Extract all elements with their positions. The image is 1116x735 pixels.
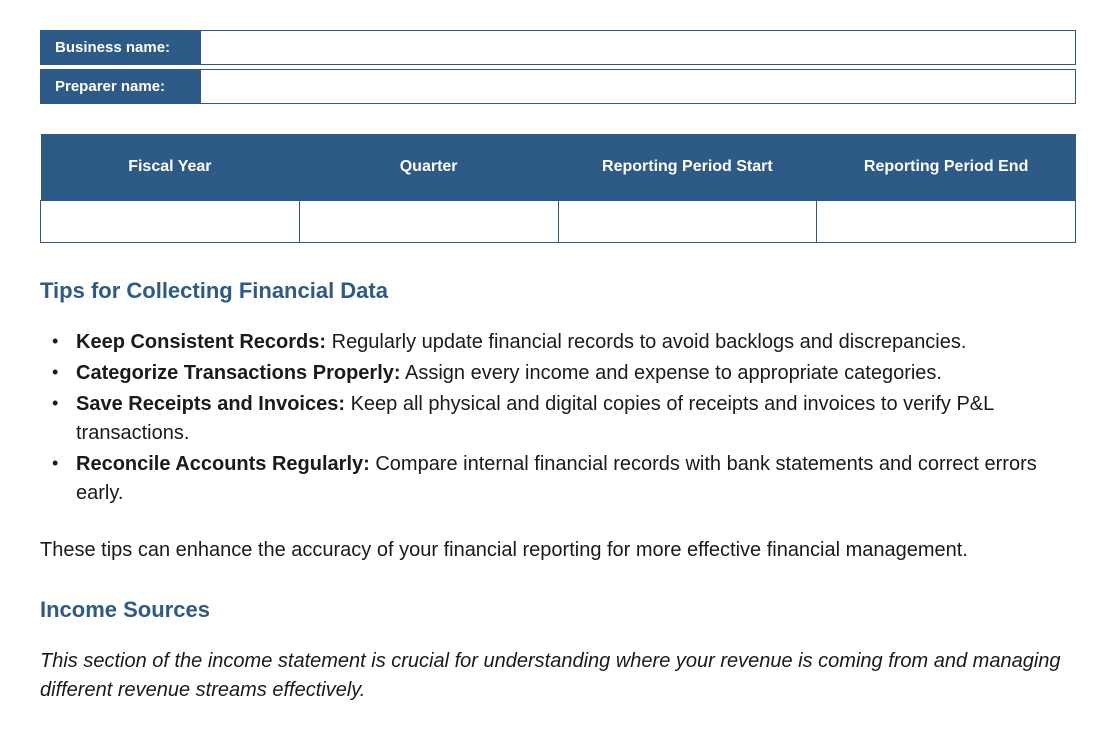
tip-label: Save Receipts and Invoices: <box>76 393 345 415</box>
fiscal-year-input[interactable] <box>41 201 299 242</box>
table-row <box>41 201 1076 243</box>
preparer-name-input[interactable] <box>201 70 1075 103</box>
col-fiscal-year: Fiscal Year <box>41 134 300 201</box>
tip-text: Assign every income and expense to appro… <box>401 362 942 384</box>
tips-list: Keep Consistent Records: Regularly updat… <box>40 328 1076 508</box>
business-name-row: Business name: <box>40 30 1076 65</box>
period-start-input[interactable] <box>559 201 817 242</box>
business-name-input[interactable] <box>201 31 1075 64</box>
tip-label: Keep Consistent Records: <box>76 331 326 353</box>
tip-label: Categorize Transactions Properly: <box>76 362 401 384</box>
tip-text: Regularly update financial records to av… <box>326 331 966 353</box>
list-item: Save Receipts and Invoices: Keep all phy… <box>40 390 1076 448</box>
income-heading: Income Sources <box>40 597 1076 623</box>
col-period-start: Reporting Period Start <box>558 134 817 201</box>
tip-label: Reconcile Accounts Regularly: <box>76 453 370 475</box>
list-item: Reconcile Accounts Regularly: Compare in… <box>40 450 1076 508</box>
business-name-label: Business name: <box>41 31 201 64</box>
preparer-name-row: Preparer name: <box>40 69 1076 104</box>
tips-summary: These tips can enhance the accuracy of y… <box>40 536 1076 565</box>
period-table: Fiscal Year Quarter Reporting Period Sta… <box>40 134 1076 243</box>
list-item: Keep Consistent Records: Regularly updat… <box>40 328 1076 357</box>
preparer-name-label: Preparer name: <box>41 70 201 103</box>
list-item: Categorize Transactions Properly: Assign… <box>40 359 1076 388</box>
income-intro: This section of the income statement is … <box>40 647 1076 705</box>
tips-heading: Tips for Collecting Financial Data <box>40 278 1076 304</box>
period-end-input[interactable] <box>817 201 1075 242</box>
col-period-end: Reporting Period End <box>817 134 1076 201</box>
col-quarter: Quarter <box>299 134 558 201</box>
quarter-input[interactable] <box>300 201 558 242</box>
